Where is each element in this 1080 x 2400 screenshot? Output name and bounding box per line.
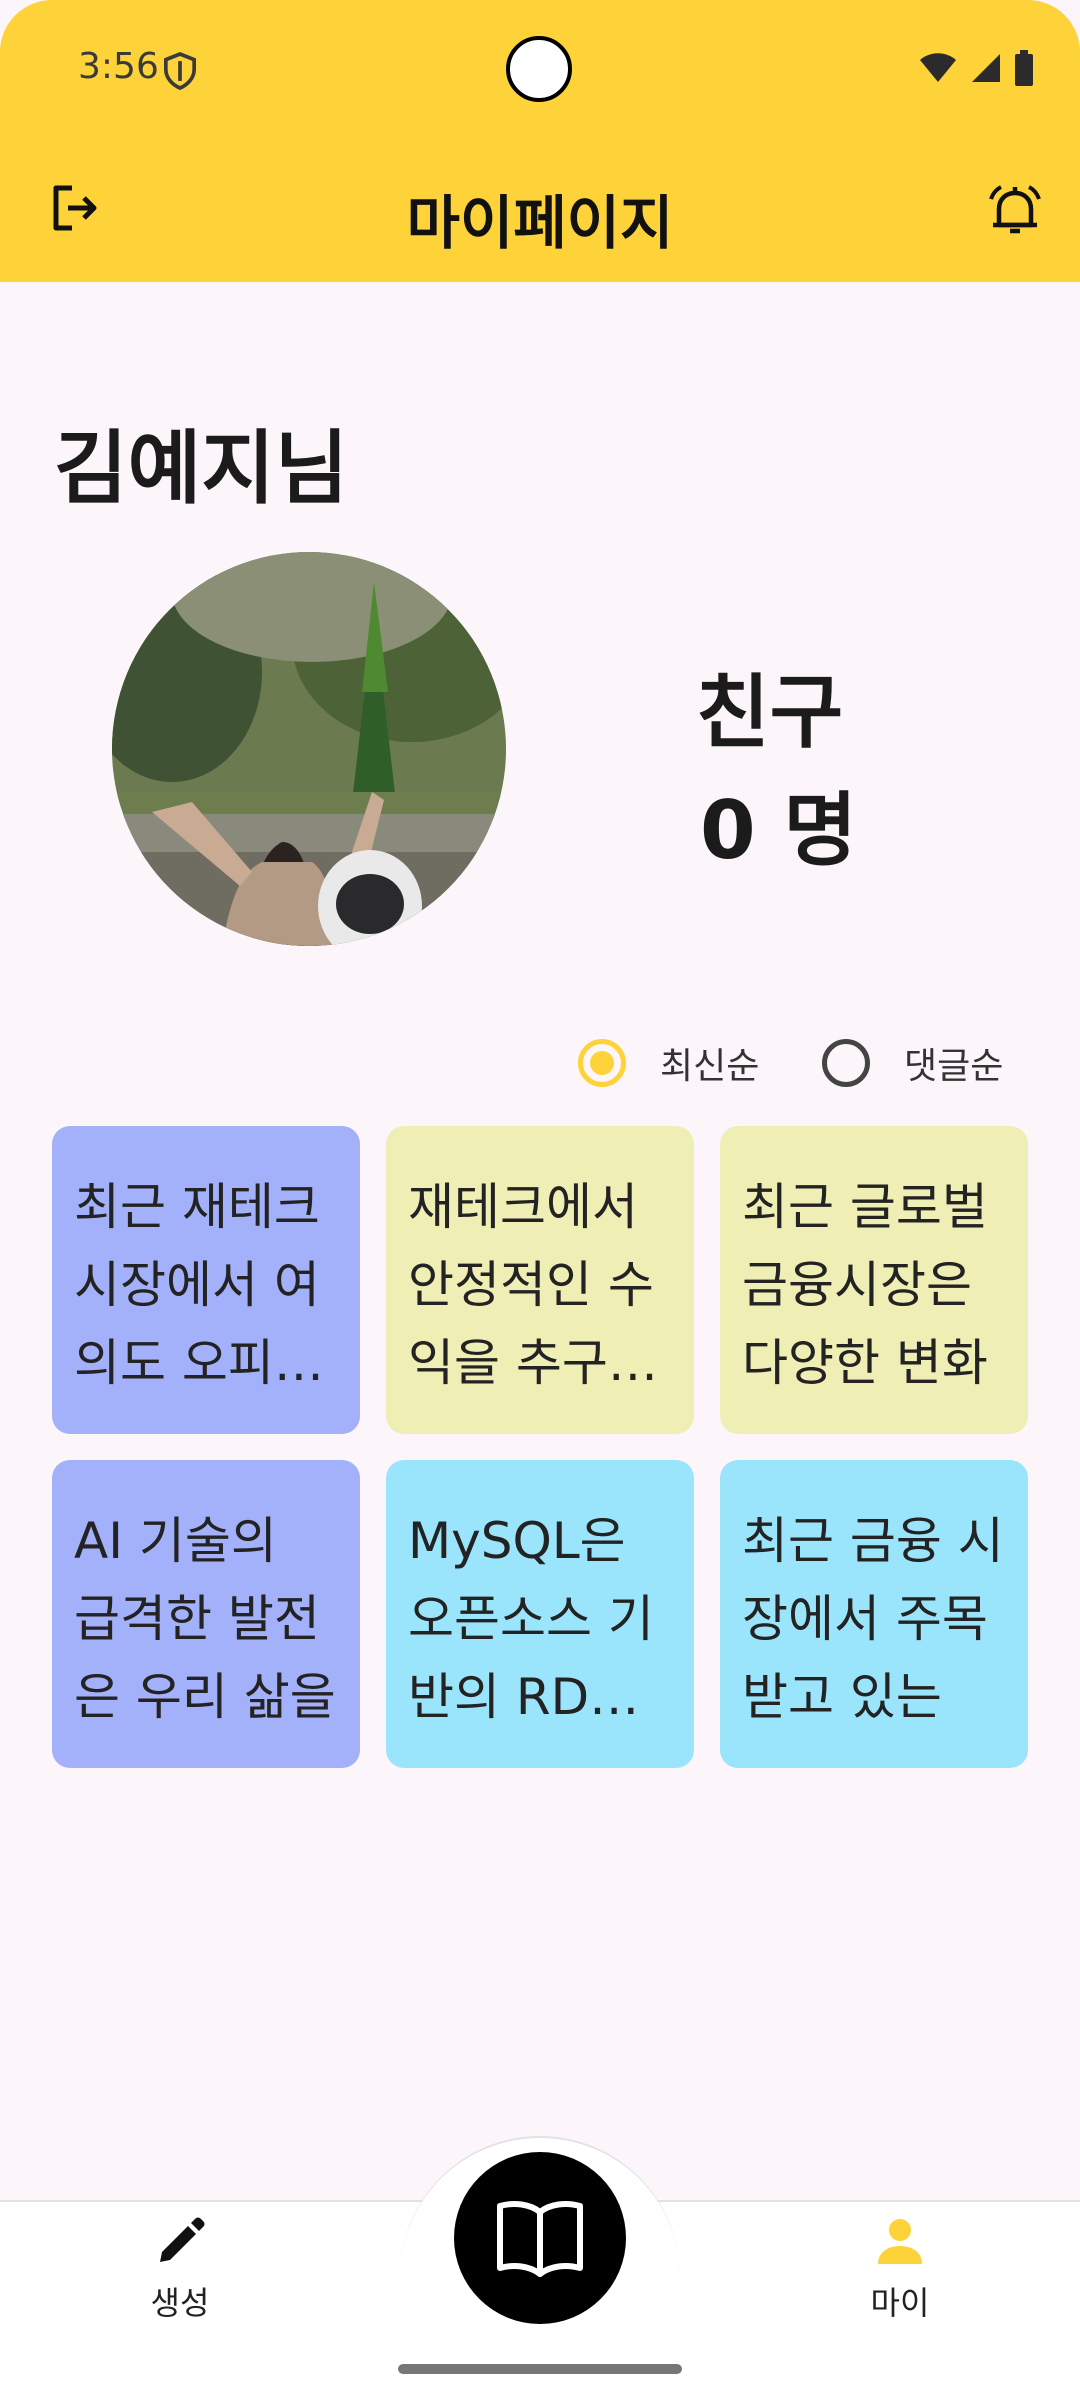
- book-feed-button[interactable]: [454, 2152, 626, 2324]
- post-card[interactable]: MySQL은 오픈소스 기반의 RDBMS: [386, 1460, 694, 1768]
- profile-photo-image: [112, 552, 506, 946]
- post-preview-text: 최근 금융 시장에서 주목받고 있는: [742, 1512, 1004, 1726]
- battery-icon: [1015, 50, 1033, 86]
- post-card[interactable]: 재테크에서 안정적인 수익을 추구하는: [386, 1126, 694, 1434]
- friends-count: 0 명: [700, 784, 858, 877]
- gesture-home-bar[interactable]: [398, 2364, 682, 2374]
- nav-item-create[interactable]: 생성: [100, 2214, 260, 2324]
- nav-label-my: 마이: [870, 2284, 930, 2322]
- post-card[interactable]: 최근 금융 시장에서 주목받고 있는: [720, 1460, 1028, 1768]
- open-book-icon: [497, 2201, 583, 2277]
- notification-button[interactable]: [980, 176, 1050, 246]
- post-card[interactable]: AI 기술의 급격한 발전은 우리 삶을: [52, 1460, 360, 1768]
- post-preview-text: MySQL은 오픈소스 기반의 RDBMS: [408, 1512, 667, 1726]
- sort-option-label: 최신순: [660, 1046, 760, 1087]
- page-title: 마이페이지: [406, 189, 674, 257]
- status-time: 3:56: [78, 46, 159, 87]
- post-preview-text: AI 기술의 급격한 발전은 우리 삶을: [74, 1512, 336, 1726]
- profile-photo[interactable]: [112, 552, 506, 946]
- shield-icon: [163, 52, 197, 90]
- friends-label: 친구: [696, 666, 844, 759]
- nav-item-my[interactable]: 마이: [820, 2214, 980, 2324]
- status-icons: [918, 50, 1034, 86]
- post-preview-text: 재테크에서 안정적인 수익을 추구하는: [408, 1178, 654, 1392]
- bell-icon: [989, 185, 1041, 234]
- sort-option-comments[interactable]: 댓글순: [822, 1036, 1003, 1090]
- pencil-icon: [160, 2217, 205, 2262]
- post-preview-text: 최근 글로벌 금융시장은 다양한 변화: [742, 1178, 988, 1392]
- sort-option-label: 댓글순: [904, 1046, 1004, 1087]
- post-card[interactable]: 최근 글로벌 금융시장은 다양한 변화: [720, 1126, 1028, 1434]
- nav-label-create: 생성: [150, 2284, 210, 2322]
- username: 김예지님: [54, 422, 349, 515]
- wifi-icon: [920, 53, 956, 82]
- post-preview-text: 최근 재테크 시장에서 여의도 오피스텔: [74, 1178, 320, 1392]
- post-card[interactable]: 최근 재테크 시장에서 여의도 오피스텔: [52, 1126, 360, 1434]
- sort-option-latest[interactable]: 최신순: [578, 1036, 759, 1090]
- person-icon: [878, 2219, 922, 2264]
- camera-cutout: [506, 36, 572, 102]
- radio-unselected-icon[interactable]: [822, 1039, 870, 1087]
- radio-selected-icon[interactable]: [578, 1039, 626, 1087]
- app-header: 3:56 마이페이지: [0, 0, 1080, 282]
- signal-icon: [972, 54, 1000, 82]
- my-page-screen: 3:56 마이페이지 김예지님 친구 0 명 최신순 댓글순 최근 재테크 시장…: [0, 0, 1080, 2400]
